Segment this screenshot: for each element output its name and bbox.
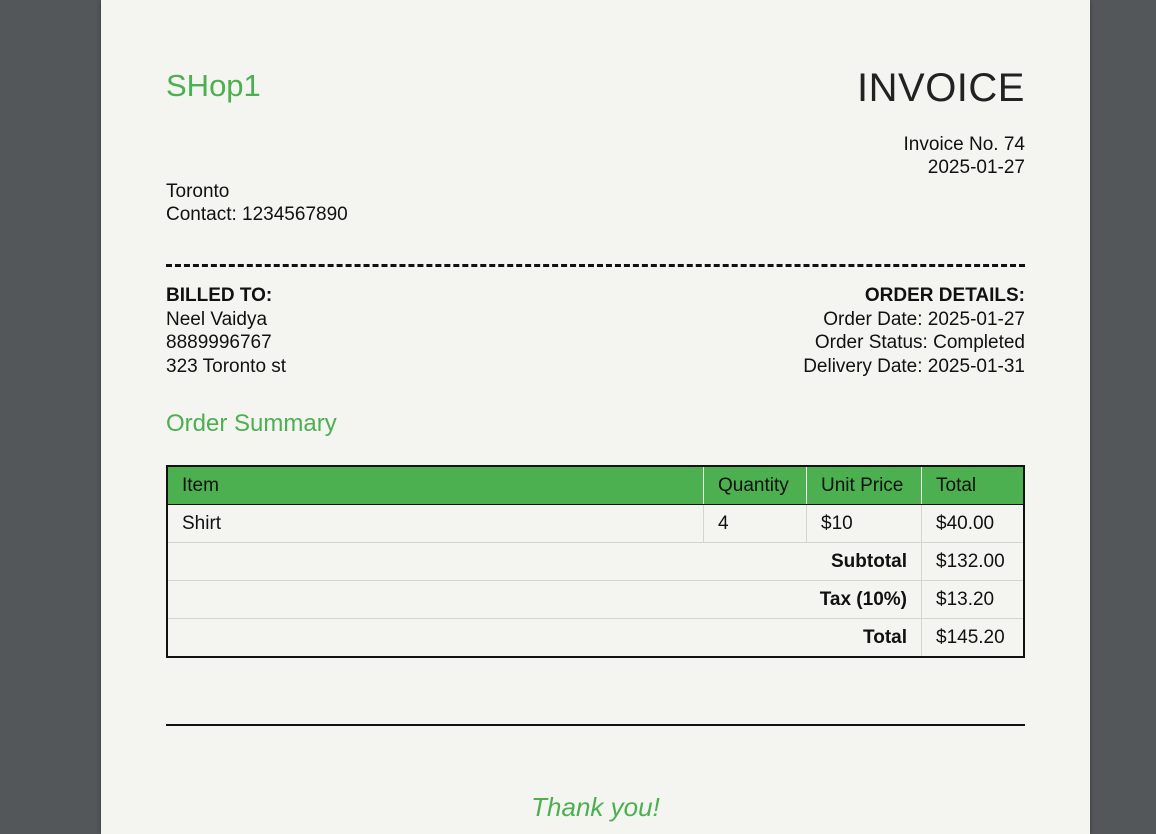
total-label: Total <box>166 618 922 658</box>
footer-divider <box>166 724 1025 726</box>
total-row: Total $145.20 <box>166 618 1025 658</box>
subtotal-label: Subtotal <box>166 542 922 581</box>
item-total: $40.00 <box>921 504 1025 543</box>
shop-name: SHop1 <box>166 68 261 103</box>
billed-to-heading: BILLED TO: <box>166 285 273 306</box>
total-value: $145.20 <box>921 618 1025 658</box>
tax-value: $13.20 <box>921 580 1025 619</box>
order-summary-table: Item Quantity Unit Price Total Shirt 4 $… <box>166 465 1025 658</box>
delivery-date: Delivery Date: 2025-01-31 <box>803 355 1025 377</box>
customer-name: Neel Vaidya <box>166 308 268 330</box>
thank-you-message: Thank you! <box>531 792 660 822</box>
customer-phone: 8889996767 <box>166 332 272 353</box>
invoice-number: Invoice No. 74 <box>903 134 1025 155</box>
table-row: Shirt 4 $10 $40.00 <box>166 504 1025 543</box>
tax-label: Tax (10%) <box>166 580 922 619</box>
order-details-heading: ORDER DETAILS: <box>864 285 1025 306</box>
order-details-section: ORDER DETAILS: Order Date: 2025-01-27 Or… <box>803 284 1025 378</box>
billed-to-section: BILLED TO: Neel Vaidya 8889996767 323 To… <box>166 284 286 378</box>
item-quantity: 4 <box>703 504 807 543</box>
order-date: Order Date: 2025-01-27 <box>823 308 1025 330</box>
invoice-meta: Invoice No. 74 2025-01-27 <box>904 133 1025 179</box>
subtotal-row: Subtotal $132.00 <box>166 542 1025 581</box>
order-summary-title: Order Summary <box>166 410 337 437</box>
shop-city: Toronto <box>166 181 230 202</box>
customer-address: 323 Toronto st <box>166 355 287 377</box>
item-unit-price: $10 <box>806 504 922 543</box>
table-header-row: Item Quantity Unit Price Total <box>166 465 1025 505</box>
header-item: Item <box>166 465 704 505</box>
invoice-page: SHop1 INVOICE Invoice No. 74 2025-01-27 … <box>101 0 1090 834</box>
subtotal-value: $132.00 <box>921 542 1025 581</box>
item-name: Shirt <box>166 504 704 543</box>
invoice-title: INVOICE <box>857 66 1025 110</box>
dashed-divider <box>166 264 1025 267</box>
tax-row: Tax (10%) $13.20 <box>166 580 1025 619</box>
invoice-date: 2025-01-27 <box>927 157 1025 178</box>
order-status: Order Status: Completed <box>814 332 1025 353</box>
shop-contact: Contact: 1234567890 <box>166 204 348 225</box>
header-total: Total <box>921 465 1025 505</box>
header-quantity: Quantity <box>703 465 807 505</box>
header-unit-price: Unit Price <box>806 465 922 505</box>
shop-info: Toronto Contact: 1234567890 <box>166 180 348 226</box>
